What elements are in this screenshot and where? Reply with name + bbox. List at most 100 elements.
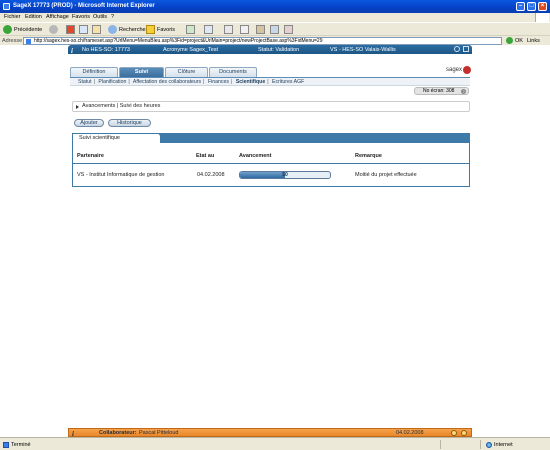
- tab-documents[interactable]: Documents: [209, 67, 257, 77]
- column-header-remark: Remarque: [355, 153, 382, 159]
- breadcrumb-avancements[interactable]: Avancements: [82, 103, 115, 109]
- forward-button[interactable]: [49, 24, 58, 35]
- status-divider: [480, 440, 481, 449]
- window-titlebar: SageX 17773 (PROD) - Microsoft Internet …: [0, 0, 550, 13]
- favorites-star-icon: [146, 25, 155, 34]
- address-url: http://sagex.hes-so.ch/frameset.asp?UrlM…: [34, 38, 323, 44]
- footer-info-icon: i: [72, 430, 74, 438]
- go-label: OK: [515, 37, 523, 44]
- progress-value: 50: [282, 172, 288, 178]
- page-icon: [26, 39, 31, 44]
- address-label: Adresse: [2, 38, 23, 44]
- footer-tool-icon[interactable]: [451, 430, 457, 436]
- refresh-button[interactable]: [79, 24, 88, 35]
- tab-definition[interactable]: Définition: [70, 67, 118, 77]
- subnav-ecritures-agf[interactable]: Ecritures AGF: [272, 79, 304, 85]
- scientific-tracking-panel: Suivi scientifique Partenaire Etat au Av…: [72, 133, 470, 187]
- subnav-planification[interactable]: Planification: [98, 79, 126, 85]
- search-icon: [108, 25, 117, 34]
- close-button[interactable]: ×: [538, 2, 547, 11]
- add-button[interactable]: Ajouter: [74, 119, 104, 127]
- subnav-scientifique[interactable]: Scientifique: [236, 79, 265, 85]
- sagex-logo: sagex: [446, 66, 472, 74]
- help-icon[interactable]: ?: [461, 89, 466, 94]
- info-icon: i: [71, 47, 73, 55]
- header-divider: [73, 163, 469, 164]
- tool-button-2[interactable]: [270, 24, 279, 35]
- page-content: i No HES-SO: 17773 Acronyme Sagex_Test S…: [0, 45, 550, 438]
- tab-suivi[interactable]: Suivi: [119, 67, 164, 77]
- logo-text: sagex: [446, 67, 463, 73]
- menu-help[interactable]: ?: [111, 14, 114, 20]
- links-button[interactable]: Links: [527, 38, 540, 44]
- breadcrumb-suivi-heures[interactable]: Suivi des heures: [120, 103, 161, 109]
- tool-button-3[interactable]: [284, 24, 293, 35]
- menu-outils[interactable]: Outils: [93, 14, 107, 20]
- menu-favoris[interactable]: Favoris: [72, 14, 90, 20]
- minimize-button[interactable]: –: [516, 2, 525, 11]
- project-header-bar: i No HES-SO: 17773 Acronyme Sagex_Test S…: [68, 45, 472, 55]
- research-icon: [284, 25, 293, 34]
- menu-affichage[interactable]: Affichage: [46, 14, 69, 20]
- project-status: Statut: Validation: [258, 47, 300, 53]
- stop-icon: [66, 25, 75, 34]
- main-tabs: Définition Suivi Clôture Documents: [70, 67, 470, 77]
- search-label: Rechercher: [119, 26, 148, 33]
- sub-navigation: Statut | Planification | Affectation des c…: [70, 77, 470, 86]
- history-list-button[interactable]: Historique: [108, 119, 151, 127]
- print-button[interactable]: [224, 24, 233, 35]
- messenger-icon: [270, 25, 279, 34]
- history-icon: [186, 25, 195, 34]
- breadcrumb-separator: |: [116, 103, 119, 109]
- menu-fichier[interactable]: Fichier: [4, 14, 21, 20]
- ie-app-icon: [3, 3, 10, 10]
- tab-cloture[interactable]: Clôture: [165, 67, 208, 77]
- search-button[interactable]: Rechercher: [108, 24, 147, 35]
- tool-button-1[interactable]: [256, 24, 265, 35]
- print-page-icon[interactable]: [463, 46, 469, 52]
- back-button[interactable]: Précédente: [3, 24, 42, 35]
- screen-number-text: No écran: 308: [423, 88, 455, 94]
- status-text: Terminé: [11, 442, 31, 448]
- addressbar: Adresse http://sagex.hes-so.ch/frameset.…: [0, 35, 550, 45]
- mail-button[interactable]: [204, 24, 213, 35]
- history-button[interactable]: [186, 24, 195, 35]
- maximize-button[interactable]: □: [527, 2, 536, 11]
- subnav-affectation[interactable]: Affectation des collaborateurs: [133, 79, 201, 85]
- subnav-finances[interactable]: Finances: [208, 79, 229, 85]
- statusbar: Terminé Internet: [0, 437, 550, 450]
- footer-date: 04.02.2008: [396, 430, 424, 436]
- back-arrow-icon: [3, 25, 12, 34]
- menu-edition[interactable]: Edition: [25, 14, 42, 20]
- mail-icon: [204, 25, 213, 34]
- subnav-statut[interactable]: Statut: [78, 79, 92, 85]
- back-label: Précédente: [14, 26, 43, 33]
- panel-title: Suivi scientifique: [73, 134, 161, 143]
- footer-clock-icon[interactable]: [461, 430, 467, 436]
- home-icon: [92, 25, 101, 34]
- edit-button[interactable]: [240, 24, 249, 35]
- page-done-icon: [3, 442, 9, 448]
- row-partner: VS - Institut Informatique de gestion: [77, 172, 165, 178]
- status-divider: [440, 440, 441, 449]
- column-header-progress: Avancement: [239, 153, 272, 159]
- logo-badge-icon: [463, 66, 472, 74]
- project-school: VS - HES-SO Valais-Wallis: [330, 47, 396, 53]
- progress-bar: 50: [239, 171, 331, 179]
- globe-icon: [486, 442, 492, 448]
- breadcrumb: Avancements | Suivi des heures: [72, 101, 470, 112]
- project-number: No HES-SO: 17773: [82, 47, 130, 53]
- discuss-icon: [256, 25, 265, 34]
- address-input[interactable]: http://sagex.hes-so.ch/frameset.asp?UrlM…: [23, 37, 502, 45]
- home-button[interactable]: [92, 24, 101, 35]
- stop-button[interactable]: [66, 24, 75, 35]
- project-acronym: Acronyme Sagex_Test: [163, 47, 219, 53]
- panel-title-bar: Suivi scientifique: [73, 134, 469, 143]
- collaborator-name: Pascal Pitteloud: [139, 430, 179, 436]
- security-zone: Internet: [486, 442, 513, 448]
- collaborator-label: Collaborateur:: [99, 430, 137, 436]
- favorites-button[interactable]: Favoris: [146, 24, 175, 35]
- refresh-page-icon[interactable]: [454, 46, 460, 52]
- forward-arrow-icon: [49, 25, 58, 34]
- go-button[interactable]: OK: [506, 37, 523, 44]
